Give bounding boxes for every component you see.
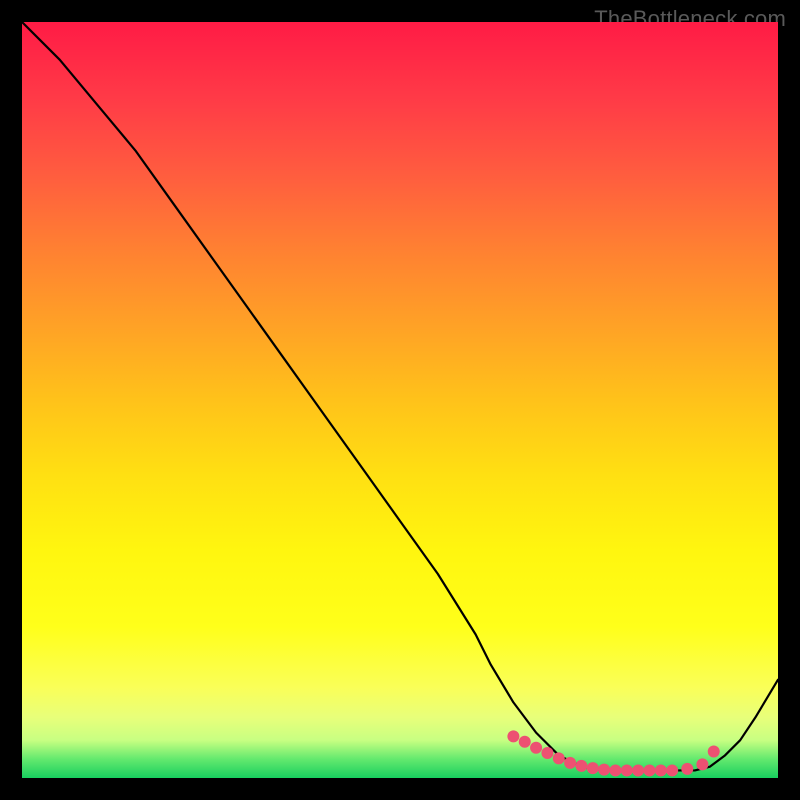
plot-area [22, 22, 778, 778]
bottleneck-curve [22, 22, 778, 770]
chart-container: TheBottleneck.com [0, 0, 800, 800]
highlight-dot [655, 764, 667, 776]
highlight-dot [541, 747, 553, 759]
highlight-dot [621, 764, 633, 776]
highlight-dot [575, 760, 587, 772]
highlight-dot [643, 764, 655, 776]
highlight-dot [696, 758, 708, 770]
highlight-dot [519, 736, 531, 748]
highlight-dot [530, 742, 542, 754]
highlight-dot [564, 757, 576, 769]
highlight-dot [708, 746, 720, 758]
curve-svg [22, 22, 778, 778]
highlight-dot [681, 763, 693, 775]
highlight-dot [507, 730, 519, 742]
highlight-dot [553, 752, 565, 764]
highlight-dot [598, 764, 610, 776]
highlight-dot [587, 762, 599, 774]
highlight-dot [666, 764, 678, 776]
highlight-dot [632, 764, 644, 776]
highlight-dot [609, 764, 621, 776]
